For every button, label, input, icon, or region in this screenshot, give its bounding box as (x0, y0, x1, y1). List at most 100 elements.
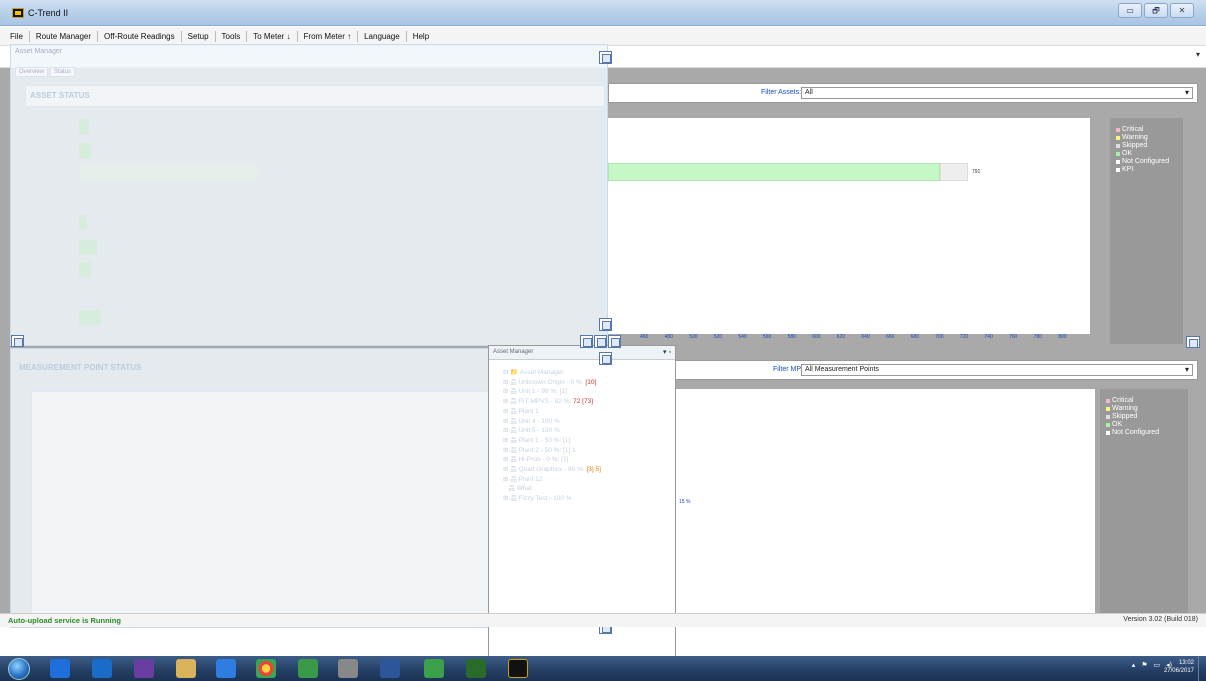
dock-compass-bottom-icon[interactable] (599, 352, 612, 365)
legend-label: Warning (1112, 405, 1138, 412)
tab-overview[interactable]: Overview (15, 67, 49, 77)
media-player-icon[interactable] (216, 659, 236, 678)
start-button-icon[interactable] (8, 658, 30, 680)
asset-filter-bar: Filter Assets: All (608, 83, 1198, 103)
toolbar-overflow-icon[interactable]: ▾ (1196, 50, 1200, 59)
menu-language[interactable]: Language (358, 30, 407, 42)
axis-tick-label: 620 (836, 334, 846, 340)
tree-node[interactable]: ⊞ 品 Hi-Prob - 0 %: [1] (503, 455, 673, 465)
legend-critical: Critical (1116, 126, 1177, 134)
android-studio-icon[interactable] (298, 659, 318, 678)
axis-tick-label: 720 (959, 334, 969, 340)
tree-node[interactable]: ⊞ 品 Plant 1 (503, 407, 673, 417)
chrome-icon[interactable] (256, 659, 276, 678)
ghost-bar (79, 310, 101, 325)
legend-kpi: KPI (1116, 166, 1177, 174)
clock[interactable]: 13:02 27/06/2017 (1164, 659, 1194, 675)
asset-status-chart: 791 (608, 118, 1090, 334)
visual-studio-icon[interactable] (134, 659, 154, 678)
dock-compass-top-icon[interactable] (599, 318, 612, 331)
ghost-bar (79, 165, 259, 180)
tree-node[interactable]: ⊞ 品 Plant 2 - 50 %: [1] 1 (503, 446, 673, 456)
tree-node[interactable]: ⊟ 📁 Asset Manager (503, 368, 673, 378)
ghost-bar (79, 262, 91, 277)
axis-tick-label: 540 (738, 334, 747, 340)
outlook-icon[interactable] (92, 659, 112, 678)
tree-node[interactable]: ⊞ 品 Unit 1 - 99 %: [1] (503, 387, 673, 397)
legend-swatch (1116, 152, 1120, 156)
menu-route-manager[interactable]: Route Manager (30, 30, 99, 42)
legend-skipped: Skipped (1116, 142, 1177, 150)
tree-node[interactable]: ⊞ 品 Quad Graphics - 80 %: [3] 5] (503, 465, 673, 475)
axis-tick-label: 800 (1058, 334, 1067, 340)
dock-top-icon[interactable] (599, 51, 612, 64)
legend-label: Not Configured (1122, 158, 1170, 165)
dock-compass-left-icon[interactable] (580, 335, 593, 348)
legend-swatch (1116, 136, 1120, 140)
menu-help[interactable]: Help (407, 31, 435, 42)
asset-filter-select[interactable]: All (801, 87, 1193, 99)
legend-swatch (1106, 431, 1110, 435)
network-icon[interactable]: ▭ (1154, 661, 1161, 669)
tree-node[interactable]: 品 What (503, 484, 673, 494)
scroll-right-icon[interactable] (1186, 336, 1200, 348)
c-trend-taskbar-icon[interactable] (508, 659, 528, 678)
legend-swatch (1116, 160, 1120, 164)
word-icon[interactable] (380, 659, 400, 678)
legend-label: Warning (1122, 134, 1148, 141)
diff-tool-icon[interactable] (424, 659, 444, 678)
display-app-icon[interactable] (466, 659, 486, 678)
legend-label: Not Configured (1112, 429, 1160, 436)
tree-node[interactable]: ⊞ 品 Unit 4 - 100 % (503, 417, 673, 427)
pin-icon[interactable]: ▾ ▫ (663, 348, 671, 356)
menu-file[interactable]: File (4, 30, 30, 42)
scroll-left-icon[interactable] (11, 335, 24, 347)
legend-label: OK (1112, 421, 1123, 428)
tree-node[interactable]: ⊞ 品 PIT-MPVS - 82 %: 72 [73] (503, 397, 673, 407)
tree-node[interactable]: ⊞ 品 Plant 12 (503, 475, 673, 485)
asset-manager-floating-panel[interactable]: Asset Manager Overview Status ASSET STAT… (10, 44, 612, 347)
menu-setup[interactable]: Setup (182, 30, 216, 42)
close-button[interactable]: ✕ (1170, 3, 1194, 18)
menu-from-meter[interactable]: From Meter ↑ (298, 30, 359, 42)
dock-compass-center (580, 335, 622, 353)
asset-status-title: ASSET STATUS (25, 85, 605, 107)
clock-time: 13:02 (1178, 660, 1194, 666)
dock-compass-right-icon[interactable] (608, 335, 621, 348)
minimize-button[interactable]: ▭ (1118, 3, 1142, 18)
title-bar: C-Trend II ▭ 🗗 ✕ (0, 0, 1206, 26)
menu-to-meter[interactable]: To Meter ↓ (247, 30, 298, 42)
legend-label: OK (1122, 150, 1133, 157)
internet-explorer-icon[interactable] (50, 659, 70, 678)
legend-label: KPI (1122, 166, 1134, 173)
mp-status-chart: 15 % (675, 389, 1095, 625)
show-desktop-button[interactable] (1198, 656, 1206, 681)
axis-tick-label: 520 (713, 334, 723, 340)
axis-tick-label: 580 (787, 334, 796, 340)
flag-icon[interactable]: ⚑ (1141, 661, 1147, 669)
tool-app-icon[interactable] (338, 659, 358, 678)
tree-node[interactable]: ⊞ 品 Unknown Origin - 0 %: [10] (503, 378, 673, 388)
menu-off-route-readings[interactable]: Off-Route Readings (98, 30, 182, 42)
mp-filter-select[interactable]: All Measurement Points (801, 364, 1193, 376)
tray-expand-icon[interactable]: ▴ (1132, 661, 1136, 669)
tree-node[interactable]: ⊞ 品 Unit 5 - 100 % (503, 426, 673, 436)
file-explorer-icon[interactable] (176, 659, 196, 678)
asset-remaining-bar (940, 163, 968, 181)
legend-swatch (1106, 415, 1110, 419)
tree-node[interactable]: ⊞ 品 Fizzy Test - 100 % (503, 494, 673, 504)
clock-date: 27/06/2017 (1163, 668, 1194, 674)
ghost-bar (79, 119, 89, 134)
tree-panel-title: Asset Manager (493, 349, 534, 355)
restore-button[interactable]: 🗗 (1144, 3, 1168, 18)
axis-tick-label: 640 (861, 334, 870, 340)
legend-warning: Warning (1116, 134, 1177, 142)
legend-skipped: Skipped (1106, 413, 1182, 421)
tree-node[interactable]: ⊞ 品 Plant 1 - 50 %: [1] (503, 436, 673, 446)
status-bar: Auto-upload service is Running Version 3… (0, 613, 1206, 627)
legend-ok: OK (1106, 421, 1182, 429)
tab-status[interactable]: Status (50, 67, 76, 77)
legend-not-configured: Not Configured (1106, 429, 1182, 437)
dock-compass-middle-icon[interactable] (594, 335, 607, 348)
menu-tools[interactable]: Tools (216, 30, 248, 42)
